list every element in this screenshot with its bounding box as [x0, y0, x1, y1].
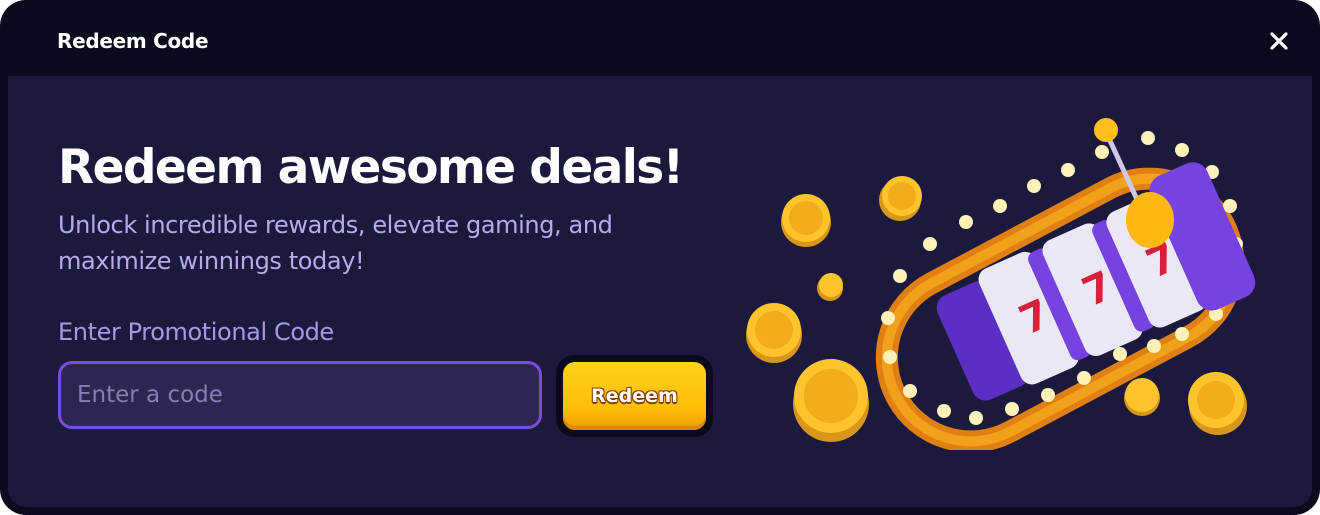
- close-icon: [1270, 32, 1288, 50]
- coin-icon: [781, 194, 831, 247]
- redeem-button[interactable]: Redeem: [563, 362, 706, 430]
- modal-title: Redeem Code: [57, 29, 209, 53]
- modal-header: Redeem Code: [8, 0, 1312, 76]
- promo-code-label: Enter Promotional Code: [58, 318, 334, 346]
- coin-icon: [1188, 372, 1247, 435]
- page-title: Redeem awesome deals!: [58, 140, 684, 195]
- coin-icon: [746, 303, 802, 363]
- page-subtitle: Unlock incredible rewards, elevate gamin…: [58, 211, 613, 275]
- redeem-button-frame: Redeem: [556, 355, 713, 437]
- redeem-code-modal: Redeem Code Redeem awesome deals! Unlock…: [0, 0, 1320, 515]
- promo-code-input[interactable]: [58, 361, 542, 429]
- coin-icon: [879, 176, 922, 221]
- slot-machine-icon: 7 7 7: [746, 118, 1256, 450]
- coin-icon: [793, 359, 869, 442]
- close-button[interactable]: [1266, 28, 1292, 54]
- coin-icon: [1124, 378, 1160, 416]
- coin-icon: [817, 273, 843, 301]
